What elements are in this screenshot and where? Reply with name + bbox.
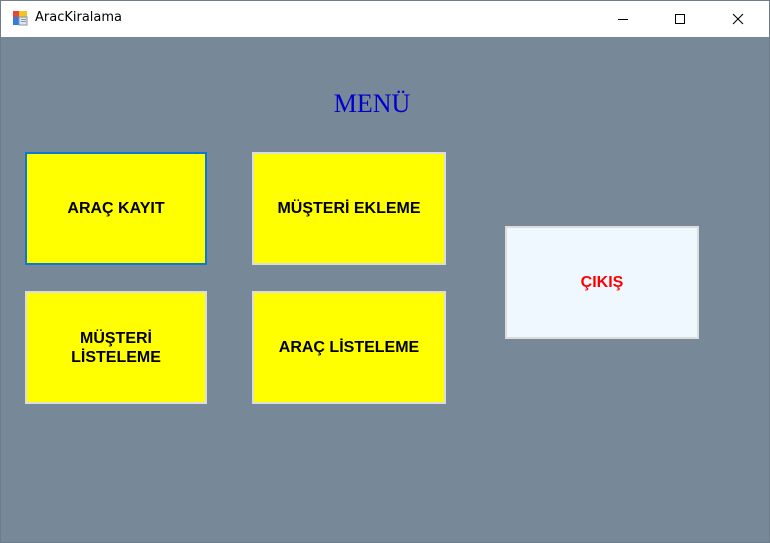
arac-kayit-button[interactable]: ARAÇ KAYIT [25, 152, 207, 265]
maximize-button[interactable] [657, 1, 703, 37]
title-bar[interactable]: AracKiralama [1, 1, 769, 37]
minimize-button[interactable] [600, 1, 646, 37]
app-window: AracKiralama MENÜ ARAÇ KAYIT MÜŞTERİ EKL… [0, 0, 770, 543]
arac-listeleme-button[interactable]: ARAÇ LİSTELEME [252, 291, 446, 404]
form-app-icon [12, 10, 28, 26]
arac-kayit-label: ARAÇ KAYIT [67, 200, 165, 217]
menu-title: MENÜ [333, 89, 411, 118]
musteri-listeleme-label: MÜŞTERİ LİSTELEME [71, 329, 161, 366]
maximize-icon [674, 13, 686, 25]
musteri-ekleme-button[interactable]: MÜŞTERİ EKLEME [252, 152, 446, 265]
minimize-icon [617, 13, 629, 25]
cikis-button[interactable]: ÇIKIŞ [505, 226, 699, 339]
window-title: AracKiralama [35, 10, 123, 25]
musteri-listeleme-button[interactable]: MÜŞTERİ LİSTELEME [25, 291, 207, 404]
arac-listeleme-label: ARAÇ LİSTELEME [278, 339, 420, 356]
form-client-area: MENÜ ARAÇ KAYIT MÜŞTERİ EKLEME MÜŞTERİ L… [1, 37, 769, 542]
cikis-label: ÇIKIŞ [580, 274, 624, 291]
close-button[interactable] [715, 1, 761, 37]
close-icon [732, 13, 744, 25]
musteri-ekleme-label: MÜŞTERİ EKLEME [277, 200, 421, 217]
